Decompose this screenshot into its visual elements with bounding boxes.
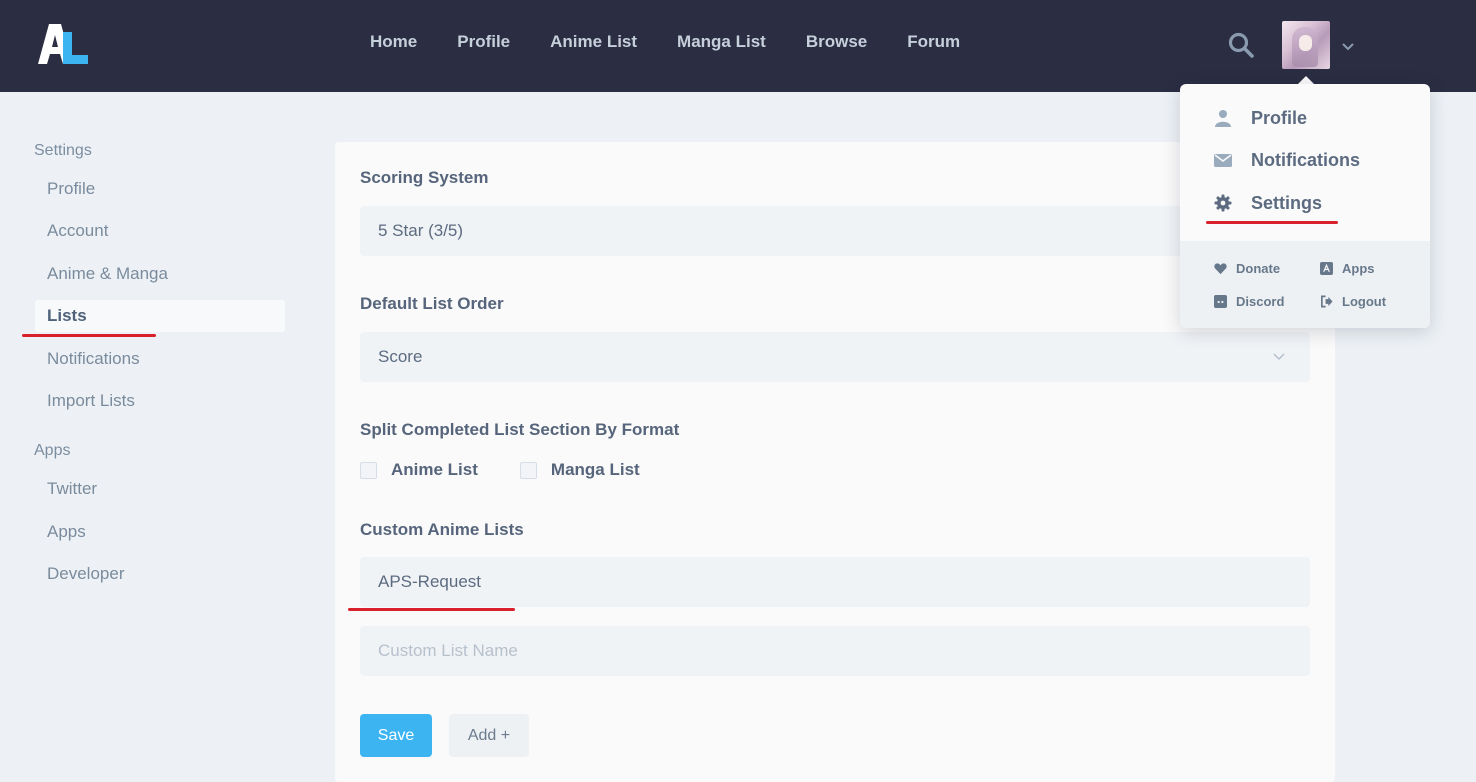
dropdown-item-profile[interactable]: Profile — [1214, 105, 1307, 131]
default-list-order-label: Default List Order — [360, 294, 504, 313]
sidebar-item-import-lists[interactable]: Import Lists — [35, 385, 285, 417]
nav-home[interactable]: Home — [370, 31, 417, 53]
dropdown-discord[interactable]: Discord — [1214, 294, 1284, 309]
sidebar-item-twitter[interactable]: Twitter — [35, 473, 285, 505]
dropdown-item-settings[interactable]: Settings — [1214, 190, 1322, 216]
envelope-icon — [1214, 154, 1232, 167]
dropdown-apps[interactable]: Apps — [1320, 261, 1375, 276]
nav-anime-list[interactable]: Anime List — [550, 31, 637, 53]
custom-list-name-input[interactable] — [378, 641, 1278, 661]
sidebar-item-anime-manga[interactable]: Anime & Manga — [35, 258, 285, 290]
anilist-logo[interactable] — [38, 24, 90, 64]
scoring-system-value: 5 Star (3/5) — [378, 221, 464, 240]
scoring-system-label: Scoring System — [360, 168, 489, 187]
custom-list-entry[interactable] — [360, 557, 1310, 607]
search-icon[interactable] — [1227, 31, 1255, 59]
nav-browse[interactable]: Browse — [806, 31, 867, 53]
dropdown-item-settings-label: Settings — [1251, 192, 1323, 213]
dropdown-item-notifications-label: Notifications — [1251, 149, 1361, 170]
dropdown-donate-label: Donate — [1236, 261, 1281, 276]
scoring-system-select[interactable]: 5 Star (3/5) — [360, 206, 1310, 256]
dropdown-logout[interactable]: Logout — [1320, 294, 1386, 309]
sidebar-item-lists[interactable]: Lists — [35, 300, 285, 332]
manga-list-checkbox[interactable] — [519, 461, 537, 479]
user-dropdown-menu: Profile Notifications Settings Donate Ap… — [1180, 84, 1430, 328]
new-custom-list-field[interactable] — [360, 626, 1310, 676]
sidebar-item-apps[interactable]: Apps — [35, 516, 285, 548]
sidebar-item-account[interactable]: Account — [35, 215, 285, 247]
sidebar-item-profile[interactable]: Profile — [35, 173, 285, 205]
annotation-underline-lists — [22, 334, 156, 337]
gear-icon — [1214, 194, 1232, 212]
sidebar-section-settings: Settings — [34, 142, 92, 159]
annotation-underline-settings — [1206, 221, 1338, 224]
default-list-order-value: Score — [378, 347, 423, 366]
sidebar-item-notifications[interactable]: Notifications — [35, 343, 285, 375]
user-avatar[interactable] — [1282, 21, 1330, 69]
main-nav-links: Home Profile Anime List Manga List Brows… — [370, 31, 1000, 53]
dropdown-logout-label: Logout — [1342, 294, 1387, 309]
anime-list-checkbox[interactable] — [360, 461, 377, 479]
dropdown-caret — [1298, 76, 1314, 84]
discord-icon — [1214, 295, 1227, 308]
manga-list-checkbox-label: Manga List — [550, 460, 640, 479]
nav-manga-list[interactable]: Manga List — [677, 31, 766, 53]
dropdown-footer: Donate Apps Discord Logout — [1180, 241, 1430, 328]
logout-icon — [1321, 295, 1333, 308]
anime-list-checkbox-label: Anime List — [391, 460, 478, 479]
dropdown-item-profile-label: Profile — [1251, 107, 1308, 128]
dropdown-donate[interactable]: Donate — [1214, 261, 1280, 276]
nav-forum[interactable]: Forum — [907, 31, 960, 53]
sidebar-item-developer[interactable]: Developer — [35, 558, 285, 590]
chevron-down-icon — [1273, 353, 1285, 361]
custom-anime-lists-label: Custom Anime Lists — [360, 520, 524, 539]
annotation-underline-custom-list — [348, 608, 515, 611]
chevron-down-icon[interactable] — [1340, 38, 1356, 54]
default-list-order-select[interactable]: Score — [360, 332, 1310, 382]
dropdown-item-notifications[interactable]: Notifications — [1214, 147, 1360, 173]
dropdown-discord-label: Discord — [1236, 294, 1285, 309]
app-store-icon — [1320, 262, 1333, 275]
split-format-options: Anime List Manga List — [360, 460, 682, 480]
sidebar-section-apps: Apps — [34, 442, 71, 459]
top-navigation-bar: Home Profile Anime List Manga List Brows… — [0, 0, 1476, 92]
save-button[interactable]: Save — [360, 714, 432, 757]
heart-icon — [1214, 263, 1227, 275]
dropdown-apps-label: Apps — [1342, 261, 1375, 276]
nav-profile[interactable]: Profile — [457, 31, 510, 53]
add-list-button[interactable]: Add + — [449, 714, 529, 757]
avatar-face-shape — [1299, 35, 1312, 51]
split-completed-label: Split Completed List Section By Format — [360, 420, 680, 439]
custom-list-input-aps-request[interactable] — [378, 572, 1278, 592]
user-icon — [1215, 110, 1231, 127]
